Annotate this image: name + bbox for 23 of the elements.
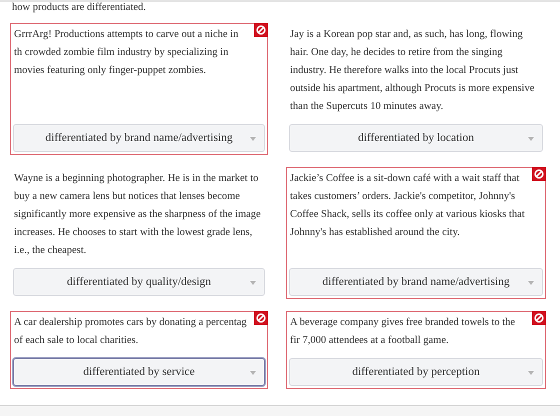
incorrect-icon	[254, 23, 268, 37]
caret-icon	[528, 371, 534, 375]
caret-icon	[528, 137, 534, 141]
answer-dropdown[interactable]: differentiated by brand name/advertising	[13, 124, 265, 152]
scenario-text: A car dealership promotes cars by donating a percentag of each sale to local charities.	[13, 316, 248, 348]
scenario-text: Jackie’s Coffee is a sit-down café with a wait staff that takes customers’ orders. Jackie's competitor, Johnny's Coffee Shack, sells its coffee only at various kiosks that Johnny's has established around the city.	[289, 172, 526, 240]
caret-icon	[528, 281, 534, 285]
answer-dropdown[interactable]: differentiated by quality/design	[13, 268, 265, 296]
incorrect-icon	[532, 311, 546, 325]
incorrect-icon	[254, 311, 268, 325]
scenario-text: A beverage company gives free branded towels to the fir 7,000 attendees at a football game.	[289, 316, 516, 348]
scenario-text: Wayne is a beginning photographer. He is in the market to buy a new camera lens but notices that lenses become significantly more expensive as the sharpness of the image increases. He chooses to start with the lowest grade lens, i.e., the cheapest.	[13, 172, 261, 258]
scenario-text: GrrrArg! Productions attempts to carve out a niche in th crowded zombie film industry by specializing in movies featuring only finger-puppet zombies.	[13, 28, 240, 78]
answer-dropdown[interactable]: differentiated by service	[13, 358, 265, 386]
answer-dropdown[interactable]: differentiated by brand name/advertising	[289, 268, 543, 296]
answer-dropdown[interactable]: differentiated by perception	[289, 358, 543, 386]
caret-icon	[250, 137, 256, 141]
caret-icon	[250, 371, 256, 375]
incorrect-icon	[532, 167, 546, 181]
caret-icon	[250, 281, 256, 285]
instructions-text: how products are differentiated.	[12, 2, 146, 14]
scenario-text: Jay is a Korean pop star and, as such, has long, flowing hair. One day, he decides to retire from the singing industry. He therefore walks into the local Procuts just outside his apartment, although Procuts is more expensive than the Supercuts 10 minutes away.	[289, 28, 536, 114]
answer-dropdown[interactable]: differentiated by location	[289, 124, 543, 152]
